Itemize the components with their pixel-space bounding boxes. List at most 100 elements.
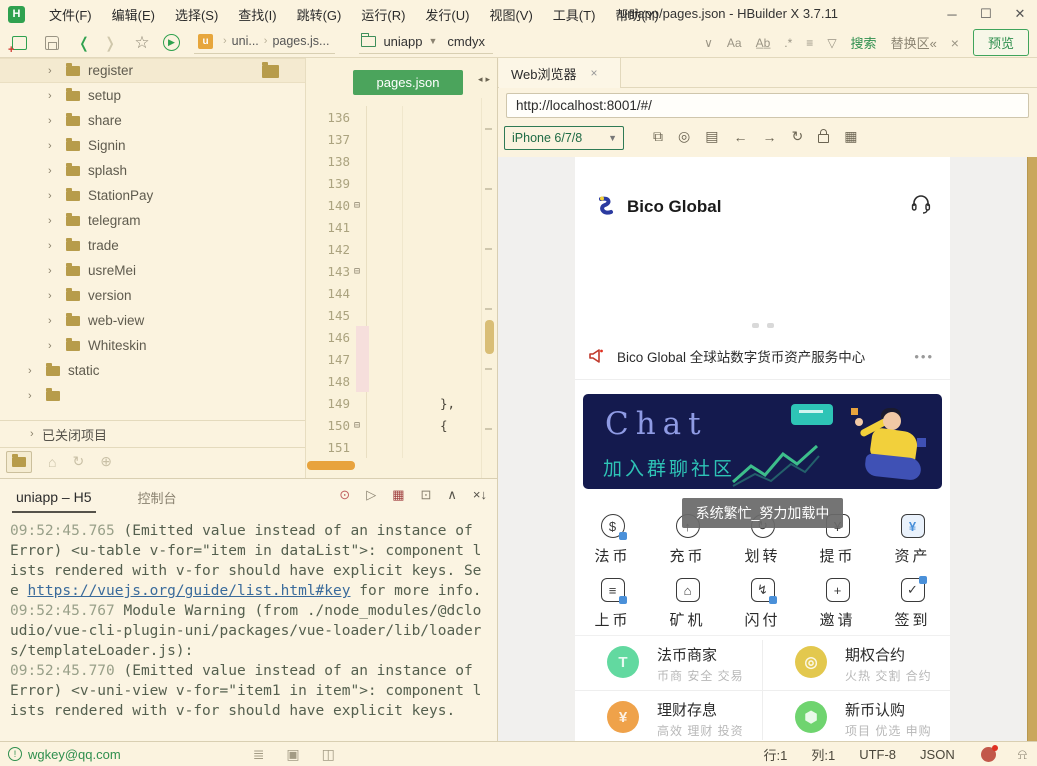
chevron-right-icon[interactable]: › [30,428,42,440]
regex-icon[interactable]: .* [784,36,792,50]
refresh-icon[interactable]: ↻ [791,128,803,145]
cursor-col[interactable]: 列:1 [811,745,835,764]
nav-back-icon[interactable]: ❬ [71,34,97,52]
stop-icon[interactable]: ▦ [392,487,404,503]
open-external-icon[interactable]: ⧉ [653,128,663,145]
chevron-down-icon[interactable]: ∨ [704,36,713,50]
collapse-panel-icon[interactable]: ∧ [447,487,457,503]
chevron-right-icon[interactable]: › [48,165,60,177]
account-email[interactable]: wgkey@qq.com [28,747,121,762]
menu-edit[interactable]: 编辑(E) [102,1,165,28]
project-view-button[interactable] [6,451,32,473]
breadcrumb-project[interactable]: uni... [232,34,259,48]
action-miner[interactable]: ⌂矿机 [650,578,725,630]
debug-icon[interactable]: ⊙ [339,487,350,503]
browser-scrollbar[interactable] [1027,157,1037,741]
chevron-right-icon[interactable]: › [28,365,40,377]
chevron-right-icon[interactable]: › [48,65,60,77]
menu-publish[interactable]: 发行(U) [415,1,479,28]
tree-item-stationpay[interactable]: ›StationPay [0,183,305,208]
code-editor[interactable]: pages.json ◂▸ 136 137 138 139 140⊟ 141 1… [305,58,497,478]
console-settings-icon[interactable]: ⊡ [420,487,431,503]
cursor-line[interactable]: 行:1 [764,745,788,764]
preview-pane-icon[interactable]: ▣ [286,746,299,763]
announcement-bar[interactable]: Bico Global 全球站数字货币资产服务中心 ••• [575,340,950,372]
clear-search-icon[interactable]: × [951,35,959,51]
editor-scrollbar-thumb[interactable] [485,320,494,354]
menu-run[interactable]: 运行(R) [351,1,415,28]
favorite-icon[interactable]: ☆ [129,33,155,53]
tree-item-splash[interactable]: ›splash [0,158,305,183]
tree-item-trade[interactable]: ›trade [0,233,305,258]
chevron-right-icon[interactable]: › [48,240,60,252]
tree-item-usremei[interactable]: ›usreMei [0,258,305,283]
tree-item-share[interactable]: ›share [0,108,305,133]
match-word-icon[interactable]: A̲b̲ [756,36,771,50]
filetype-label[interactable]: JSON [920,747,955,762]
maximize-button[interactable]: ☐ [969,0,1003,28]
project-selector[interactable]: uniapp [383,34,422,49]
card-fiat-merchant[interactable]: T 法币商家 币商 安全 交易 [575,636,762,690]
project-caret-icon[interactable]: ▼ [428,36,437,46]
notification-icon[interactable] [981,747,996,762]
filter-icon[interactable]: ▽ [827,36,836,50]
chevron-right-icon[interactable]: › [28,390,40,402]
card-options-contract[interactable]: ◎ 期权合约 火热 交割 合约 [763,636,950,690]
card-wealth[interactable]: ¥ 理财存息 高效 理财 投资 [575,691,762,741]
log-link[interactable]: https://vuejs.org/guide/list.html#key [27,583,350,599]
tab-scroll-arrows[interactable]: ◂▸ [478,74,493,85]
chat-banner[interactable]: Chat 加入群聊社区 [583,394,942,489]
tree-item-signin[interactable]: ›Signin [0,133,305,158]
lock-icon[interactable] [818,134,829,143]
fold-icon[interactable]: ⊟ [354,200,368,211]
minimize-button[interactable]: ─ [935,0,969,28]
menu-select[interactable]: 选择(S) [165,1,228,28]
chevron-right-icon[interactable]: › [48,265,60,277]
menu-file[interactable]: 文件(F) [39,1,102,28]
bell-icon[interactable]: ⍾ [1018,746,1027,763]
lines-icon[interactable]: ≡ [806,36,813,50]
more-icon[interactable]: ••• [914,349,934,364]
run-icon[interactable]: ▶ [163,34,180,51]
refresh-tree-button[interactable]: ↻ [72,453,84,470]
closed-projects-row[interactable]: › 已关闭项目 [0,420,305,447]
device-selector[interactable]: iPhone 6/7/8 ▼ [504,126,624,150]
menu-view[interactable]: 视图(V) [479,1,542,28]
action-listing[interactable]: ≡上币 [575,578,650,630]
chevron-right-icon[interactable]: › [48,215,60,227]
nav-forward-icon[interactable]: ❭ [97,34,123,52]
close-button[interactable]: ✕ [1003,0,1037,28]
chevron-right-icon[interactable]: › [48,90,60,102]
replace-toggle[interactable]: 替换区« [891,33,937,52]
encoding-label[interactable]: UTF-8 [859,747,896,762]
fold-icon[interactable]: ⊟ [354,266,368,277]
outline-icon[interactable]: ≣ [253,746,265,763]
chevron-right-icon[interactable]: › [48,290,60,302]
url-input[interactable]: http://localhost:8001/#/ [506,93,1029,118]
play-icon[interactable]: ▷ [366,487,376,503]
split-view-icon[interactable]: ◫ [322,746,335,763]
menu-goto[interactable]: 跳转(G) [287,1,352,28]
save-icon[interactable] [45,36,59,50]
structure-view-button[interactable]: ⌂ [48,454,56,470]
action-flashpay[interactable]: ↯闪付 [725,578,800,630]
browser-tab[interactable]: Web浏览器 × [499,58,621,88]
qrcode-icon[interactable]: ▦ [844,128,857,145]
settings-tree-button[interactable]: ⊕ [100,453,112,470]
tree-item-setup[interactable]: ›setup [0,83,305,108]
tree-item-clipped[interactable]: › [0,383,305,408]
settings-icon[interactable]: ◎ [678,128,690,145]
back-icon[interactable]: ← [733,129,747,145]
console-tab-uniapp-h5[interactable]: uniapp – H5 [12,481,96,513]
account-icon[interactable]: ! [8,747,22,761]
editor-tab-pagesjson[interactable]: pages.json [353,70,463,95]
console-log[interactable]: 09:52:45.765 (Emitted value instead of a… [10,521,490,736]
close-panel-icon[interactable]: ×↓ [473,487,487,503]
fold-icon[interactable]: ⊟ [354,420,368,431]
menu-tools[interactable]: 工具(T) [543,1,606,28]
search-input[interactable]: cmdyx [447,34,485,49]
tree-item-register[interactable]: › register [0,58,305,83]
tree-item-telegram[interactable]: ›telegram [0,208,305,233]
tree-item-whiteskin[interactable]: ›Whiteskin [0,333,305,358]
editor-hscrollbar-thumb[interactable] [307,461,355,470]
